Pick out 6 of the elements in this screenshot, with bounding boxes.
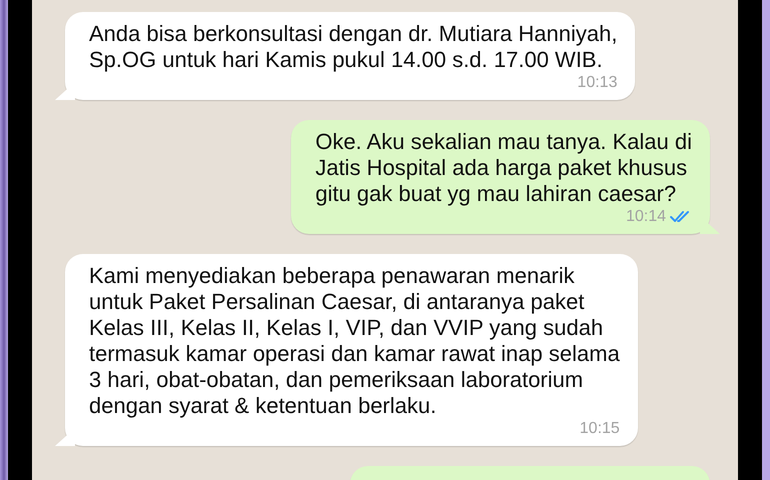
message-text: Kami menyediakan beberapa penawaran menarik untuk Paket Persalinan Caesar, di antaranya paket Kelas III, Kelas II, Kelas I, VIP, dan VVIP yang sudah termasuk kamar operasi dan kamar rawat inap selama 3 hari, obat-obatan, dan pemeriksaan laboratorium dengan syarat & ketentuan berlaku.	[89, 263, 620, 419]
message-time: 10:14	[626, 207, 666, 227]
message-time: 10:15	[580, 419, 620, 439]
message-time: 10:13	[577, 73, 618, 93]
message-text: Oke. Aku sekalian mau tanya. Kalau di Jatis Hospital ada harga paket khusus gitu gak buat yg mau lahiran caesar?	[315, 129, 692, 207]
message-text: Anda bisa berkonsultasi dengan dr. Mutiara Hanniyah, Sp.OG untuk hari Kamis pukul 14.00 s.d. 17.00 WIB.	[89, 21, 618, 73]
